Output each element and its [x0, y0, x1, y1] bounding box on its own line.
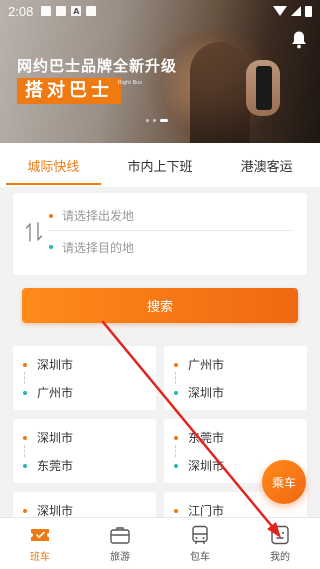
line-origin: 广州市	[174, 356, 224, 373]
line-card[interactable]: 广州市 深圳市	[164, 346, 307, 410]
line-origin: 东莞市	[174, 429, 224, 446]
swap-icon[interactable]	[25, 221, 43, 243]
route-selector: 请选择出发地 请选择目的地	[13, 193, 307, 275]
banner-dot-active	[160, 119, 168, 122]
origin-dot	[174, 362, 178, 367]
origin-city: 广州市	[188, 358, 225, 372]
line-destination: 深圳市	[174, 384, 224, 401]
banner-pagination	[146, 119, 168, 122]
destination-field[interactable]: 请选择目的地	[49, 232, 293, 262]
line-card[interactable]: 深圳市 东莞市	[13, 419, 156, 483]
destination-city: 东莞市	[37, 459, 74, 473]
origin-dot	[174, 508, 178, 513]
tab-intercity[interactable]: 城际快线	[0, 143, 107, 187]
origin-city: 深圳市	[37, 431, 74, 445]
destination-dot	[23, 463, 27, 468]
nav-label-travel: 旅游	[110, 551, 130, 563]
notification-icon	[86, 6, 97, 16]
origin-city: 深圳市	[37, 358, 74, 372]
notification-icon	[41, 6, 52, 16]
departure-field[interactable]: 请选择出发地	[49, 201, 293, 231]
banner-dot	[153, 119, 156, 122]
ride-fab-button[interactable]: 乘车	[262, 460, 306, 504]
departure-dot	[49, 213, 53, 218]
banner-phone-image	[256, 66, 272, 110]
wifi-icon	[273, 6, 287, 16]
origin-dot	[174, 435, 178, 440]
banner-dot	[146, 119, 149, 122]
nav-label-shuttle: 班车	[30, 551, 50, 563]
line-card[interactable]: 深圳市 广州市	[13, 346, 156, 410]
bus-icon	[192, 525, 208, 544]
line-origin: 深圳市	[23, 356, 73, 373]
status-bar: 2:08 A	[0, 0, 320, 22]
line-connector	[175, 445, 176, 457]
origin-dot	[23, 435, 27, 440]
departure-placeholder: 请选择出发地	[62, 209, 135, 223]
line-destination: 东莞市	[23, 457, 73, 474]
nav-item-shuttle[interactable]: 班车	[0, 518, 80, 569]
banner-title: 网约巴士品牌全新升级	[17, 57, 178, 75]
status-time: 2:08	[8, 3, 34, 19]
bottom-navigation: 班车 旅游 包车 我的	[0, 517, 320, 569]
line-origin: 深圳市	[23, 429, 73, 446]
banner-person-image	[190, 42, 250, 143]
app-notification-icon: A	[71, 6, 82, 16]
tab-commute[interactable]: 市内上下班	[107, 143, 214, 187]
destination-city: 深圳市	[188, 386, 225, 400]
bell-icon[interactable]	[290, 30, 308, 50]
line-destination: 深圳市	[174, 457, 224, 474]
shuttle-ticket-icon	[31, 528, 49, 541]
search-button[interactable]: 搜索	[22, 288, 298, 323]
tab-hk-macau[interactable]: 港澳客运	[213, 143, 320, 187]
status-right	[273, 5, 312, 17]
destination-city: 广州市	[37, 386, 74, 400]
destination-city: 深圳市	[188, 459, 225, 473]
line-connector	[24, 372, 25, 384]
line-destination: 广州市	[23, 384, 73, 401]
nav-label-charter: 包车	[190, 551, 210, 563]
destination-dot	[23, 390, 27, 395]
destination-dot	[49, 245, 53, 249]
origin-dot	[23, 362, 27, 367]
destination-dot	[174, 390, 178, 395]
suitcase-icon	[110, 526, 130, 544]
destination-placeholder: 请选择目的地	[62, 240, 135, 255]
nav-item-profile[interactable]: 我的	[240, 518, 320, 569]
profile-face-icon	[271, 525, 289, 544]
nav-label-profile: 我的	[270, 551, 290, 563]
banner-subtitle: 搭对巴士	[17, 78, 121, 104]
nav-item-charter[interactable]: 包车	[160, 518, 240, 569]
line-connector	[24, 445, 25, 457]
image-notification-icon	[56, 6, 67, 16]
origin-dot	[23, 508, 27, 513]
line-connector	[175, 372, 176, 384]
banner-tag: Right Bus	[118, 80, 142, 86]
origin-city: 东莞市	[188, 431, 225, 445]
route-type-tabs: 城际快线 市内上下班 港澳客运	[0, 143, 320, 187]
signal-icon	[291, 6, 301, 16]
nav-item-travel[interactable]: 旅游	[80, 518, 160, 569]
battery-icon	[305, 5, 312, 17]
destination-dot	[174, 463, 178, 468]
